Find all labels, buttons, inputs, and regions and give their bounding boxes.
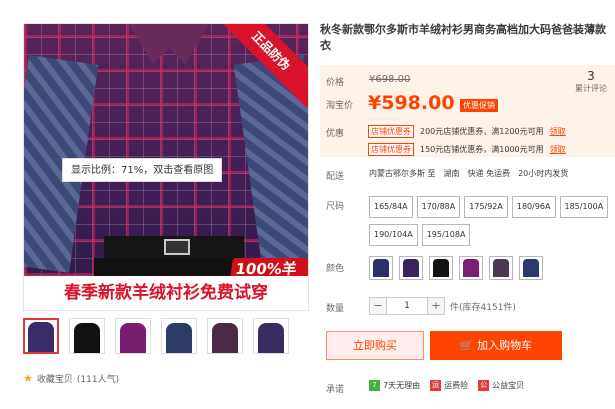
buy-now-button[interactable]: 立即购买 bbox=[326, 331, 424, 360]
color-options bbox=[369, 256, 543, 280]
price-label: 价格 bbox=[326, 78, 345, 88]
color-swatch bbox=[403, 259, 419, 277]
main-product-image[interactable]: 正品防伪 显示比例：71%，双击查看原图 100%羊绒 春季新款羊绒衬衫免费试穿 bbox=[23, 23, 309, 311]
favorite-count: (111人气) bbox=[76, 375, 120, 385]
belt-buckle bbox=[164, 239, 190, 255]
original-price: ¥698.00 bbox=[369, 74, 411, 85]
color-swatch bbox=[493, 259, 509, 277]
ship-express: 快递 免运费 bbox=[467, 169, 511, 178]
coupon-row: 店铺优惠券 200元店铺优惠券，满1200元可用 领取 bbox=[368, 125, 566, 138]
review-number: 3 bbox=[587, 69, 595, 83]
color-swatch bbox=[523, 259, 539, 277]
shipping-label: 配送 bbox=[326, 172, 345, 182]
thumbnail-strip bbox=[23, 318, 289, 354]
shipping-insurance-icon: 运 bbox=[430, 380, 442, 391]
ship-to-select[interactable]: 湖南 bbox=[444, 168, 460, 179]
color-swatch bbox=[463, 259, 479, 277]
promo-price-label: 淘宝价 bbox=[326, 101, 354, 111]
color-option[interactable] bbox=[399, 256, 423, 280]
review-count[interactable]: 3 累计评论 bbox=[575, 69, 607, 94]
promise-text: 7天无理由 bbox=[383, 381, 421, 390]
promise-shipping-insurance[interactable]: 运 运费险 bbox=[430, 380, 468, 391]
size-option[interactable]: 180/96A bbox=[511, 196, 556, 218]
promise-text: 公益宝贝 bbox=[492, 381, 525, 390]
favorite-link[interactable]: ★ 收藏宝贝 (111人气) bbox=[23, 372, 119, 385]
review-label: 累计评论 bbox=[575, 84, 607, 93]
favorite-label: 收藏宝贝 bbox=[36, 375, 73, 385]
color-label: 颜色 bbox=[326, 264, 345, 274]
thumbnail-4[interactable] bbox=[161, 318, 197, 354]
claim-coupon-link[interactable]: 领取 bbox=[550, 144, 566, 155]
thumbnail-2[interactable] bbox=[69, 318, 105, 354]
promo-banner: 春季新款羊绒衬衫免费试穿 bbox=[24, 276, 308, 310]
size-option[interactable]: 195/108A bbox=[421, 224, 471, 246]
ship-from: 内蒙古鄂尔多斯 至 bbox=[369, 169, 436, 178]
size-label: 尺码 bbox=[326, 202, 345, 212]
return-7day-icon: 7 bbox=[369, 380, 380, 391]
size-option[interactable]: 170/88A bbox=[416, 196, 461, 218]
color-option[interactable] bbox=[519, 256, 543, 280]
size-option[interactable]: 185/100A bbox=[559, 196, 609, 218]
quantity-label: 数量 bbox=[326, 304, 345, 314]
color-swatch bbox=[373, 259, 389, 277]
star-icon: ★ bbox=[23, 372, 33, 385]
product-title: 秋冬新款鄂尔多斯市羊绒衬衫男商务高档加大码爸爸装薄款衣 bbox=[320, 23, 606, 52]
charity-icon: 公 bbox=[478, 380, 490, 391]
ship-time: 20小时内发货 bbox=[518, 169, 569, 178]
color-option[interactable] bbox=[369, 256, 393, 280]
coupon-tag: 店铺优惠券 bbox=[368, 125, 414, 138]
color-option[interactable] bbox=[429, 256, 453, 280]
shipping-info: 内蒙古鄂尔多斯 至 湖南 快递 免运费 20小时内发货 bbox=[369, 168, 568, 179]
product-page: 正品防伪 显示比例：71%，双击查看原图 100%羊绒 春季新款羊绒衬衫免费试穿… bbox=[0, 0, 615, 409]
color-option[interactable] bbox=[489, 256, 513, 280]
increment-button[interactable]: + bbox=[427, 297, 445, 315]
thumbnail-5[interactable] bbox=[207, 318, 243, 354]
add-to-cart-label: 加入购物车 bbox=[477, 339, 533, 352]
thumbnail-shirt bbox=[74, 323, 100, 353]
size-option[interactable]: 175/92A bbox=[464, 196, 508, 218]
thumbnail-shirt bbox=[28, 322, 54, 352]
size-option[interactable]: 190/104A bbox=[369, 224, 418, 246]
promise-charity[interactable]: 公 公益宝贝 bbox=[478, 380, 524, 391]
quantity-stepper: − 1 + 件(库存4151件) bbox=[369, 297, 516, 315]
color-option[interactable] bbox=[459, 256, 483, 280]
thumbnail-shirt bbox=[166, 323, 192, 353]
zoom-tooltip: 显示比例：71%，双击查看原图 bbox=[62, 158, 223, 182]
thumbnail-shirt bbox=[258, 323, 284, 353]
service-promises: 7 7天无理由 运 运费险 公 公益宝贝 bbox=[369, 380, 524, 391]
promo-price: ¥598.00 bbox=[368, 92, 455, 114]
thumbnail-6[interactable] bbox=[253, 318, 289, 354]
thumbnail-shirt bbox=[212, 323, 238, 353]
promise-7day[interactable]: 7 7天无理由 bbox=[369, 380, 420, 391]
promo-tag: 优惠促销 bbox=[460, 99, 498, 112]
quantity-input[interactable]: 1 bbox=[387, 297, 427, 315]
coupon-label: 优惠 bbox=[326, 129, 345, 139]
price-panel: 价格 ¥698.00 淘宝价 ¥598.00 优惠促销 3 累计评论 优惠 店铺… bbox=[320, 65, 615, 157]
thumbnail-3[interactable] bbox=[115, 318, 151, 354]
size-options: 165/84A 170/88A 175/92A 180/96A 185/100A… bbox=[369, 196, 615, 246]
decrement-button[interactable]: − bbox=[369, 297, 387, 315]
coupon-text: 150元店铺优惠券，满1000元可用 bbox=[420, 145, 544, 154]
color-swatch bbox=[433, 259, 449, 277]
thumbnail-shirt bbox=[120, 323, 146, 353]
thumbnail-1[interactable] bbox=[23, 318, 59, 354]
promise-label: 承诺 bbox=[326, 385, 345, 395]
coupon-tag: 店铺优惠券 bbox=[368, 143, 414, 156]
claim-coupon-link[interactable]: 领取 bbox=[550, 126, 566, 137]
promise-text: 运费险 bbox=[444, 381, 469, 390]
cart-icon: 🛒 bbox=[459, 339, 474, 352]
stock-info: 件(库存4151件) bbox=[450, 302, 516, 313]
coupon-row: 店铺优惠券 150元店铺优惠券，满1000元可用 领取 bbox=[368, 143, 566, 156]
add-to-cart-button[interactable]: 🛒 加入购物车 bbox=[430, 331, 562, 360]
size-option[interactable]: 165/84A bbox=[369, 196, 413, 218]
coupon-text: 200元店铺优惠券，满1200元可用 bbox=[420, 127, 544, 136]
